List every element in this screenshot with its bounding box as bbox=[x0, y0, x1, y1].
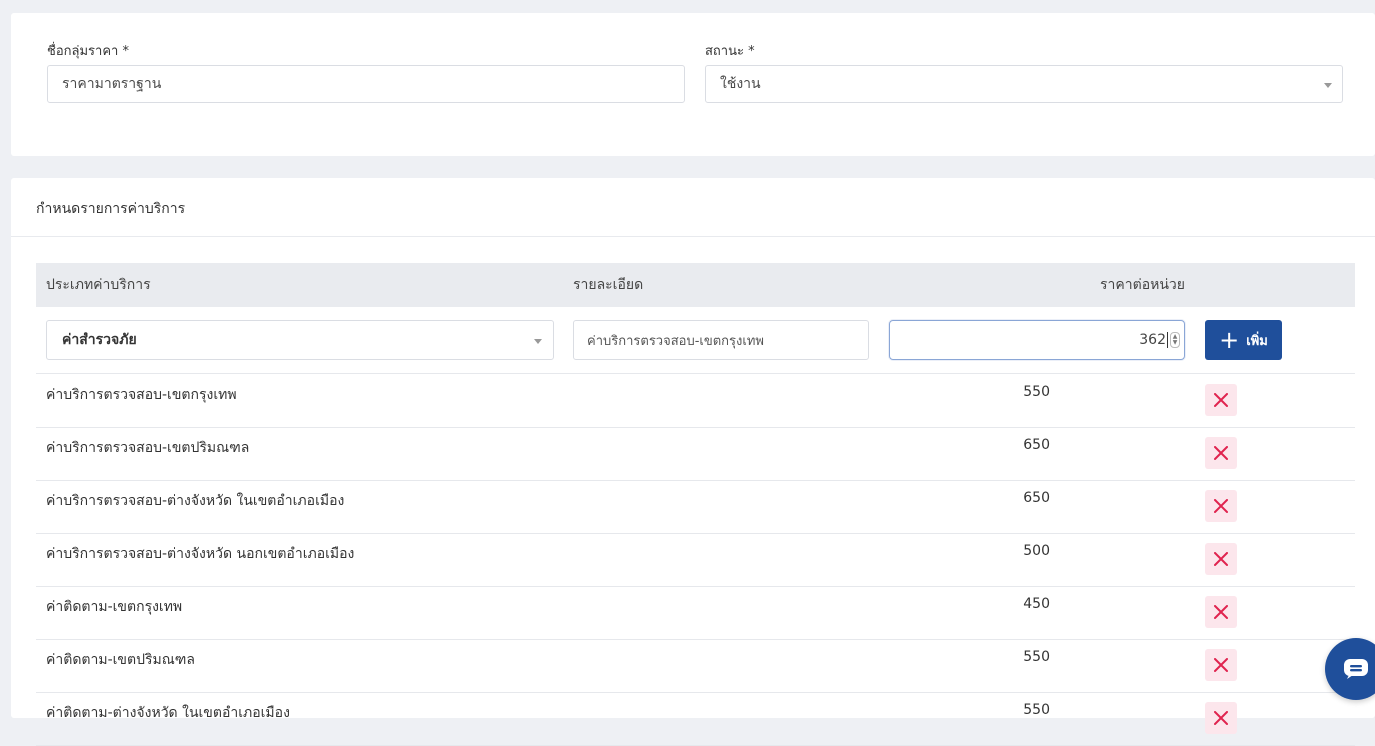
delete-button[interactable] bbox=[1205, 384, 1237, 416]
section-divider bbox=[11, 236, 1375, 237]
detail-input[interactable]: ค่าบริการตรวจสอบ-เขตกรุงเทพ bbox=[573, 320, 869, 360]
table-row: ค่าบริการตรวจสอบ-เขตปริมณฑล 650 bbox=[36, 428, 1355, 481]
add-button[interactable]: + เพิ่ม bbox=[1205, 320, 1282, 360]
entry-row: ค่าสำรวจภัย ค่าบริการตรวจสอบ-เขตกรุงเทพ … bbox=[36, 320, 1355, 375]
table-row: ค่าบริการตรวจสอบ-ต่างจังหวัด ในเขตอำเภอเ… bbox=[36, 481, 1355, 534]
text-cursor bbox=[1167, 332, 1168, 348]
service-name: ค่าบริการตรวจสอบ-ต่างจังหวัด ในเขตอำเภอเ… bbox=[46, 493, 345, 509]
close-icon bbox=[1214, 393, 1228, 407]
table-header: ประเภทค่าบริการ รายละเอียด ราคาต่อหน่วย bbox=[36, 263, 1355, 307]
entry-divider bbox=[36, 373, 1355, 374]
table-row: ค่าบริการตรวจสอบ-ต่างจังหวัด นอกเขตอำเภอ… bbox=[36, 534, 1355, 587]
service-price: 650 bbox=[1023, 437, 1050, 453]
close-icon bbox=[1214, 446, 1228, 460]
section-title: กำหนดรายการค่าบริการ bbox=[36, 201, 186, 217]
close-icon bbox=[1214, 552, 1228, 566]
group-name-input[interactable]: ราคามาตราฐาน bbox=[47, 65, 685, 103]
table-row: ค่าติดตาม-ต่างจังหวัด ในเขตอำเภอเมือง 550 bbox=[36, 693, 1355, 746]
service-name: ค่าติดตาม-ต่างจังหวัด ในเขตอำเภอเมือง bbox=[46, 705, 290, 721]
service-price: 450 bbox=[1023, 596, 1050, 612]
price-group-card: ชื่อกลุ่มราคา * ราคามาตราฐาน สถานะ * ใช้… bbox=[11, 13, 1375, 156]
service-name: ค่าติดตาม-เขตปริมณฑล bbox=[46, 652, 195, 668]
unit-price-value: 362 bbox=[1139, 332, 1166, 348]
header-unit-price: ราคาต่อหน่วย bbox=[1100, 277, 1185, 293]
close-icon bbox=[1214, 605, 1228, 619]
group-name-value: ราคามาตราฐาน bbox=[62, 76, 162, 92]
header-detail: รายละเอียด bbox=[573, 277, 644, 293]
delete-button[interactable] bbox=[1205, 649, 1237, 681]
service-price: 650 bbox=[1023, 490, 1050, 506]
chevron-down-icon bbox=[1324, 83, 1332, 88]
table-row: ค่าติดตาม-เขตกรุงเทพ 450 bbox=[36, 587, 1355, 640]
service-type-value: ค่าสำรวจภัย bbox=[62, 332, 137, 348]
service-type-select[interactable]: ค่าสำรวจภัย bbox=[46, 320, 554, 360]
status-select[interactable]: ใช้งาน bbox=[705, 65, 1343, 103]
chat-icon bbox=[1344, 659, 1368, 679]
service-name: ค่าบริการตรวจสอบ-เขตปริมณฑล bbox=[46, 440, 250, 456]
plus-icon: + bbox=[1219, 326, 1240, 354]
detail-value: ค่าบริการตรวจสอบ-เขตกรุงเทพ bbox=[587, 333, 764, 349]
service-price: 550 bbox=[1023, 384, 1050, 400]
delete-button[interactable] bbox=[1205, 490, 1237, 522]
status-label: สถานะ * bbox=[705, 44, 755, 59]
service-name: ค่าบริการตรวจสอบ-เขตกรุงเทพ bbox=[46, 387, 237, 403]
status-value: ใช้งาน bbox=[720, 76, 761, 92]
service-price: 550 bbox=[1023, 649, 1050, 665]
group-name-label: ชื่อกลุ่มราคา * bbox=[47, 44, 129, 59]
close-icon bbox=[1214, 711, 1228, 725]
number-spinner[interactable]: ▲ ▼ bbox=[1170, 332, 1180, 348]
chevron-down-icon bbox=[534, 339, 542, 344]
table-row: ค่าติดตาม-เขตปริมณฑล 550 bbox=[36, 640, 1355, 693]
service-price: 550 bbox=[1023, 702, 1050, 718]
header-type: ประเภทค่าบริการ bbox=[46, 277, 151, 293]
add-button-label: เพิ่ม bbox=[1246, 333, 1268, 349]
service-name: ค่าบริการตรวจสอบ-ต่างจังหวัด นอกเขตอำเภอ… bbox=[46, 546, 355, 562]
delete-button[interactable] bbox=[1205, 596, 1237, 628]
close-icon bbox=[1214, 658, 1228, 672]
service-price: 500 bbox=[1023, 543, 1050, 559]
unit-price-input[interactable]: 362 ▲ ▼ bbox=[889, 320, 1185, 360]
delete-button[interactable] bbox=[1205, 437, 1237, 469]
delete-button[interactable] bbox=[1205, 543, 1237, 575]
service-name: ค่าติดตาม-เขตกรุงเทพ bbox=[46, 599, 183, 615]
service-items-card: กำหนดรายการค่าบริการ ประเภทค่าบริการ ราย… bbox=[11, 178, 1375, 746]
close-icon bbox=[1214, 499, 1228, 513]
service-list: ค่าบริการตรวจสอบ-เขตกรุงเทพ 550 ค่าบริการต… bbox=[36, 375, 1355, 746]
table-row: ค่าบริการตรวจสอบ-เขตกรุงเทพ 550 bbox=[36, 375, 1355, 428]
